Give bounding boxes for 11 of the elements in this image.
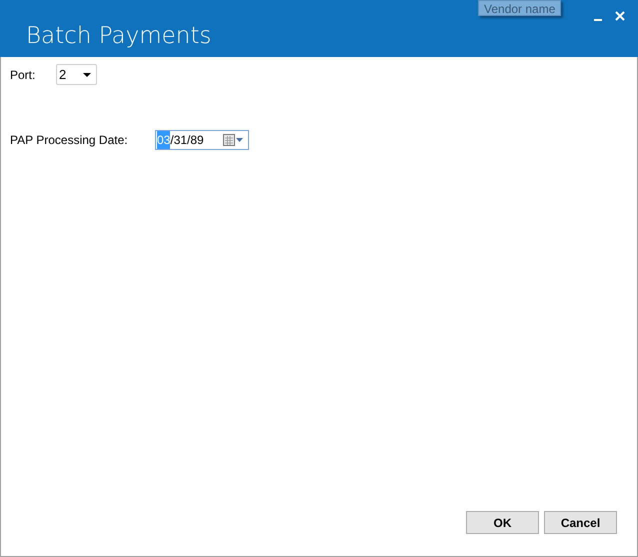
close-icon[interactable]	[614, 10, 626, 22]
calendar-icon[interactable]	[223, 134, 245, 146]
processing-date-label: PAP Processing Date:	[10, 132, 129, 149]
date-field[interactable]: 03/31/89	[155, 130, 249, 150]
window-title: Batch Payments	[26, 22, 212, 51]
ok-button[interactable]: OK	[466, 511, 539, 534]
port-label: Port:	[10, 66, 36, 84]
cancel-button[interactable]: Cancel	[544, 511, 617, 534]
port-dropdown[interactable]: 2	[56, 64, 97, 85]
dropdown-arrow-icon	[83, 72, 91, 76]
tooltip: Vendor name	[478, 0, 562, 16]
